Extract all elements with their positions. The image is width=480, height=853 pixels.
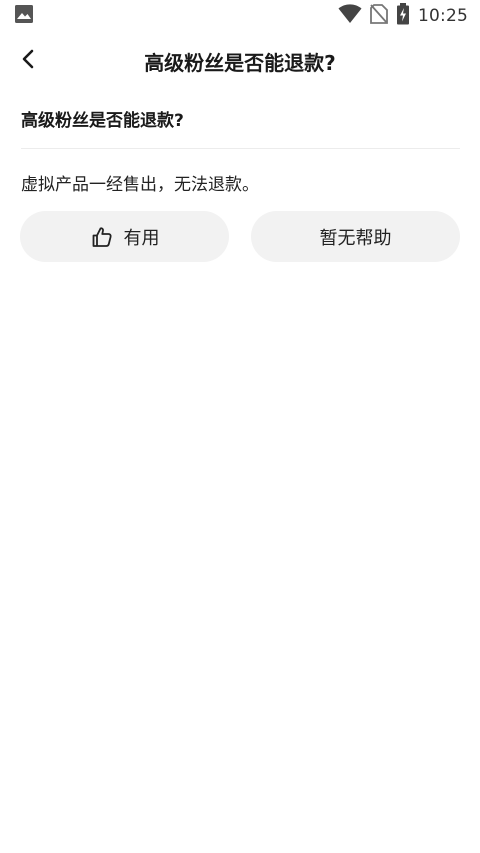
status-left <box>14 4 34 28</box>
status-right: 10:25 <box>338 3 468 29</box>
wifi-icon <box>338 4 362 28</box>
page-title: 高级粉丝是否能退款? <box>144 50 336 75</box>
not-helpful-button[interactable]: 暂无帮助 <box>251 211 460 262</box>
chevron-left-icon <box>21 49 35 73</box>
thumbs-up-icon <box>90 225 114 249</box>
divider <box>21 148 460 149</box>
back-button[interactable] <box>10 42 46 80</box>
faq-answer: 虚拟产品一经售出，无法退款。 <box>21 175 259 195</box>
app-bar: 高级粉丝是否能退款? <box>0 38 480 84</box>
feedback-buttons: 有用 暂无帮助 <box>20 211 460 262</box>
useful-label: 有用 <box>123 227 160 249</box>
battery-charging-icon <box>396 3 410 29</box>
status-time: 10:25 <box>418 6 468 26</box>
image-icon <box>14 4 34 28</box>
status-bar: 10:25 <box>0 0 480 32</box>
not-helpful-label: 暂无帮助 <box>319 227 392 249</box>
no-sim-icon <box>370 4 388 28</box>
faq-detail-screen: 10:25 高级粉丝是否能退款? 高级粉丝是否能退款? 虚拟产品一经售出，无法退… <box>0 0 480 853</box>
useful-button[interactable]: 有用 <box>20 211 229 262</box>
faq-question: 高级粉丝是否能退款? <box>21 111 184 131</box>
